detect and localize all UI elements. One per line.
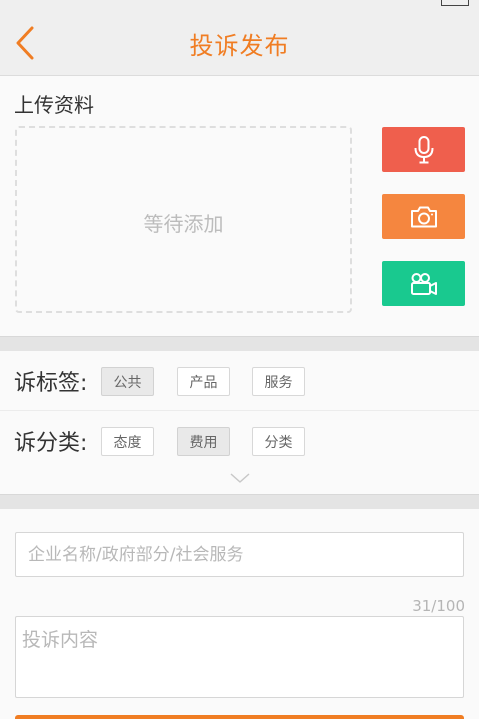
section-divider bbox=[0, 336, 479, 351]
tag-chip-public[interactable]: 公共 bbox=[101, 367, 154, 396]
tag-row: 诉标签: 公共 产品 服务 bbox=[0, 351, 479, 411]
upload-dropzone[interactable]: 等待添加 bbox=[15, 126, 352, 313]
category-chip-category[interactable]: 分类 bbox=[252, 427, 305, 456]
company-name-input[interactable] bbox=[15, 532, 464, 577]
submit-button[interactable] bbox=[15, 715, 464, 719]
status-bar bbox=[0, 0, 479, 10]
complaint-content-input[interactable] bbox=[15, 616, 464, 698]
complaint-form: 31/100 bbox=[0, 509, 479, 719]
category-label: 诉分类: bbox=[14, 431, 88, 456]
tag-chip-product[interactable]: 产品 bbox=[177, 367, 230, 396]
record-voice-button[interactable] bbox=[382, 127, 465, 172]
section-divider bbox=[0, 494, 479, 509]
tag-chip-service[interactable]: 服务 bbox=[252, 367, 305, 396]
video-camera-icon bbox=[409, 271, 439, 297]
tag-label: 诉标签: bbox=[14, 371, 88, 396]
navigation-bar: 投诉发布 bbox=[0, 10, 479, 76]
take-photo-button[interactable] bbox=[382, 194, 465, 239]
category-chip-attitude[interactable]: 态度 bbox=[101, 427, 154, 456]
camera-icon bbox=[409, 204, 439, 230]
page-title: 投诉发布 bbox=[189, 32, 290, 60]
chevron-down-icon[interactable] bbox=[229, 470, 251, 484]
upload-section: 上传资料 等待添加 bbox=[0, 76, 479, 336]
category-row: 诉分类: 态度 费用 分类 bbox=[0, 411, 479, 471]
tags-section: 诉标签: 公共 产品 服务 诉分类: 态度 费用 分类 bbox=[0, 351, 479, 494]
microphone-icon bbox=[411, 135, 437, 165]
record-video-button[interactable] bbox=[382, 261, 465, 306]
battery-icon bbox=[441, 0, 469, 6]
category-chip-fee[interactable]: 费用 bbox=[177, 427, 230, 456]
upload-label: 上传资料 bbox=[14, 93, 94, 117]
character-counter: 31/100 bbox=[412, 597, 465, 615]
dropzone-placeholder: 等待添加 bbox=[143, 212, 224, 236]
